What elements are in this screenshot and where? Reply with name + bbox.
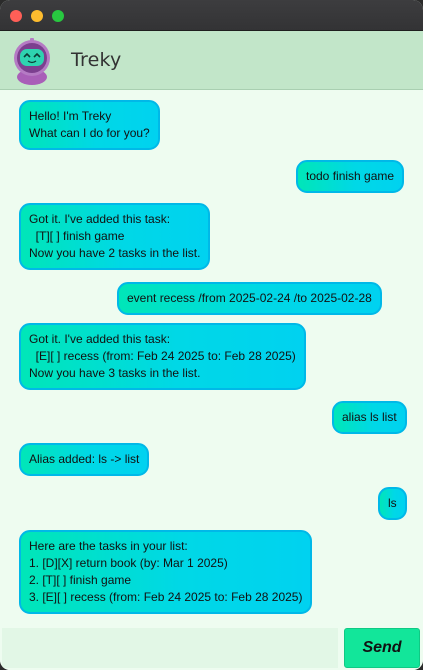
input-bar: Send <box>0 626 423 670</box>
user-message: todo finish game <box>296 160 405 193</box>
chat-area[interactable]: Hello! I'm Treky What can I do for you? … <box>0 90 423 626</box>
user-message: ls <box>378 487 407 520</box>
robot-avatar-icon <box>14 38 50 85</box>
message-input[interactable] <box>2 628 338 668</box>
user-message: alias ls list <box>332 401 407 434</box>
bot-name: Treky <box>71 49 122 71</box>
bot-message: Alias added: ls -> list <box>19 443 150 476</box>
user-message: event recess /from 2025-02-24 /to 2025-0… <box>117 282 382 315</box>
title-bar <box>0 0 423 31</box>
send-button[interactable]: Send <box>344 628 420 668</box>
chat-header: Treky <box>0 31 423 90</box>
maximize-window-button[interactable] <box>52 10 64 22</box>
close-window-button[interactable] <box>10 10 22 22</box>
bot-message: Got it. I've added this task: [E][ ] rec… <box>19 323 306 390</box>
minimize-window-button[interactable] <box>31 10 43 22</box>
bot-message: Got it. I've added this task: [T][ ] fin… <box>19 203 211 270</box>
bot-message: Hello! I'm Treky What can I do for you? <box>19 100 160 150</box>
bot-message: Here are the tasks in your list: 1. [D][… <box>19 530 313 614</box>
app-window: Treky Hello! I'm Treky What can I do for… <box>0 0 423 670</box>
